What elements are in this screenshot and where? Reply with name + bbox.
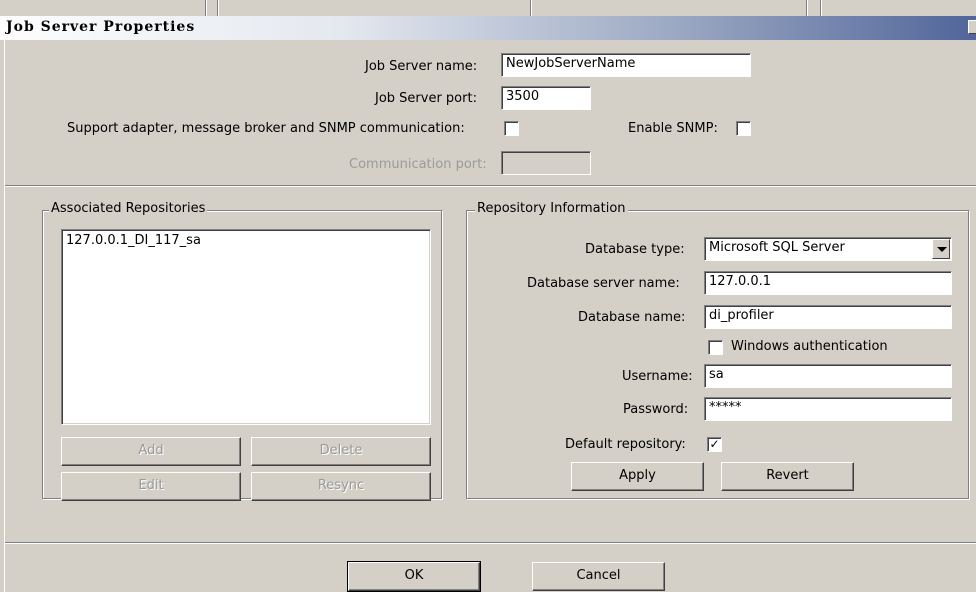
revert-button[interactable]: Revert <box>721 462 854 491</box>
divider <box>820 0 822 16</box>
username-label: Username: <box>622 369 693 384</box>
job-server-port-input[interactable]: 3500 <box>501 86 591 110</box>
add-button[interactable]: Add <box>61 437 241 466</box>
default-repository-label: Default repository: <box>565 437 686 452</box>
chevron-down-icon <box>937 247 947 252</box>
database-type-label: Database type: <box>585 242 685 257</box>
checkmark-icon: ✓ <box>709 437 720 451</box>
support-communication-checkbox[interactable] <box>504 121 519 136</box>
communication-port-label: Communication port: <box>349 157 487 172</box>
ok-button[interactable]: OK <box>347 561 481 592</box>
enable-snmp-label: Enable SNMP: <box>628 121 718 136</box>
divider <box>5 185 976 187</box>
divider <box>5 542 976 544</box>
cancel-button[interactable]: Cancel <box>532 562 665 591</box>
default-repository-checkbox[interactable]: ✓ <box>707 437 722 452</box>
associated-repositories-title: Associated Repositories <box>49 201 208 216</box>
title-bar[interactable]: Job Server Properties <box>0 16 976 40</box>
database-name-label: Database name: <box>578 310 686 325</box>
windows-authentication-label: Windows authentication <box>731 339 888 354</box>
database-type-value: Microsoft SQL Server <box>709 240 845 255</box>
repositories-listbox[interactable]: 127.0.0.1_DI_117_sa <box>61 229 431 425</box>
delete-button[interactable]: Delete <box>251 437 431 466</box>
resync-button[interactable]: Resync <box>251 472 431 501</box>
divider <box>205 0 207 16</box>
job-server-name-input[interactable]: NewJobServerName <box>501 53 751 77</box>
divider <box>217 0 219 16</box>
associated-repositories-group: Associated Repositories 127.0.0.1_DI_117… <box>42 201 442 501</box>
database-server-name-label: Database server name: <box>527 276 680 291</box>
divider <box>530 0 532 16</box>
database-type-select[interactable]: Microsoft SQL Server <box>704 237 952 261</box>
communication-port-input <box>501 151 591 175</box>
windows-authentication-checkbox[interactable] <box>708 340 723 355</box>
database-name-input[interactable]: di_profiler <box>704 305 952 329</box>
edit-button[interactable]: Edit <box>61 472 241 501</box>
job-server-name-label: Job Server name: <box>365 59 478 74</box>
job-server-properties-dialog: Job Server name: NewJobServerName Job Se… <box>4 40 976 592</box>
repository-information-title: Repository Information <box>475 201 628 216</box>
window-title: Job Server Properties <box>6 19 196 35</box>
dropdown-arrow-button[interactable] <box>932 239 950 259</box>
close-button[interactable] <box>968 20 976 34</box>
support-communication-label: Support adapter, message broker and SNMP… <box>67 121 465 136</box>
list-item[interactable]: 127.0.0.1_DI_117_sa <box>66 233 426 248</box>
apply-button[interactable]: Apply <box>571 462 704 491</box>
job-server-port-label: Job Server port: <box>375 91 477 106</box>
divider <box>806 0 808 16</box>
username-input[interactable]: sa <box>704 364 952 388</box>
repository-information-group: Repository Information Database type: Mi… <box>466 201 969 499</box>
password-label: Password: <box>623 402 689 417</box>
enable-snmp-checkbox[interactable] <box>736 121 751 136</box>
background-window-strip <box>0 0 976 16</box>
password-input[interactable]: ***** <box>704 397 952 421</box>
database-server-name-input[interactable]: 127.0.0.1 <box>704 271 952 295</box>
